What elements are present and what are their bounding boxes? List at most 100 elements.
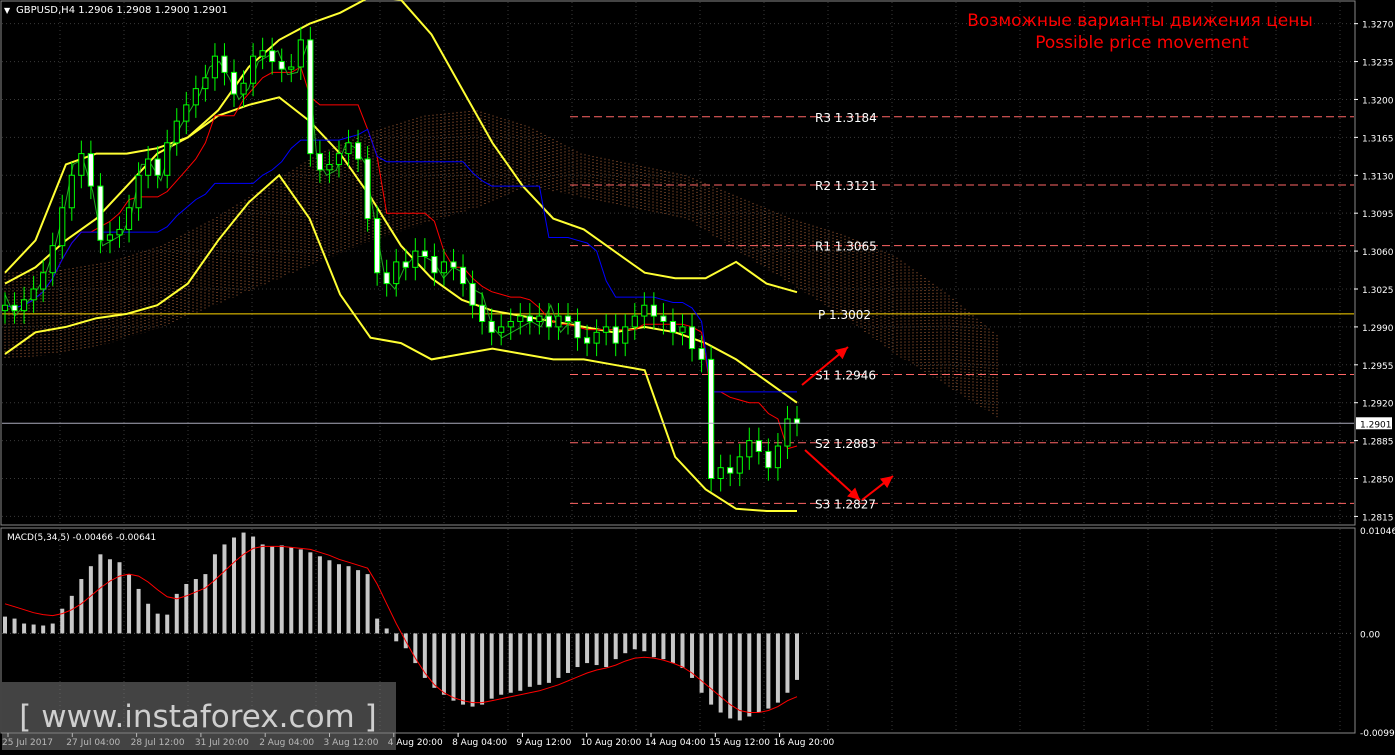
chart-window: R3 1.3184 R2 1.3121 R1 1.3065 P 1.3002 S1 1.… bbox=[0, 0, 1395, 751]
pivot-label-p: P 1.3002 bbox=[818, 308, 871, 322]
macd-bar bbox=[699, 633, 704, 693]
price-tick-label: 1.3130 bbox=[1362, 172, 1394, 182]
macd-bar bbox=[537, 633, 542, 685]
candle-body bbox=[679, 326, 686, 333]
macd-bar bbox=[50, 623, 55, 634]
candle-body bbox=[87, 153, 94, 187]
candle-body bbox=[278, 61, 285, 70]
candle-body bbox=[1, 304, 9, 312]
candle-body bbox=[116, 228, 123, 236]
candle-body bbox=[383, 272, 390, 285]
macd-bar bbox=[508, 633, 513, 693]
macd-bar bbox=[384, 628, 389, 634]
macd-bar bbox=[12, 618, 17, 634]
candle-body bbox=[583, 337, 591, 344]
candle-body bbox=[316, 153, 323, 171]
candle-body bbox=[125, 207, 133, 230]
candle-body bbox=[412, 250, 419, 268]
candle-body bbox=[641, 304, 648, 317]
macd-bar bbox=[775, 633, 780, 703]
candle-body bbox=[746, 440, 753, 458]
macd-bar bbox=[60, 608, 65, 634]
candle-body bbox=[421, 250, 428, 258]
macd-bar bbox=[565, 633, 570, 673]
macd-bar bbox=[356, 570, 361, 634]
macd-bar bbox=[88, 566, 93, 634]
price-tick-label: 1.3235 bbox=[1362, 59, 1394, 69]
candle-body bbox=[650, 304, 657, 317]
time-tick-label: 15 Aug 12:00 bbox=[709, 738, 770, 748]
macd-bar bbox=[575, 633, 580, 668]
price-tick-label: 1.2990 bbox=[1362, 324, 1394, 334]
macd-bar bbox=[670, 633, 675, 664]
candle-body bbox=[479, 304, 486, 322]
candle-body bbox=[354, 142, 362, 160]
candle-body bbox=[402, 261, 409, 268]
macd-bar bbox=[690, 633, 695, 678]
candle-body bbox=[459, 266, 467, 285]
candle-body bbox=[78, 153, 85, 176]
candle-body bbox=[698, 348, 705, 360]
time-tick-label: 9 Aug 12:00 bbox=[516, 738, 571, 748]
macd-bar bbox=[623, 633, 628, 654]
time-tick-label: 10 Aug 20:00 bbox=[581, 738, 642, 748]
macd-bar bbox=[680, 633, 685, 669]
candle-body bbox=[192, 88, 199, 106]
macd-bar bbox=[451, 633, 456, 701]
macd-bar bbox=[461, 633, 466, 705]
macd-bar bbox=[737, 633, 742, 721]
candle-body bbox=[450, 261, 457, 268]
candle-body bbox=[593, 331, 600, 344]
macd-bar bbox=[222, 544, 227, 634]
candle-body bbox=[135, 174, 142, 209]
candle-body bbox=[145, 158, 152, 176]
time-tick-label: 8 Aug 04:00 bbox=[452, 738, 507, 748]
macd-bar bbox=[489, 633, 494, 699]
macd-bar bbox=[441, 633, 446, 695]
macd-bar bbox=[136, 588, 141, 634]
macd-bar bbox=[642, 633, 647, 652]
candle-body bbox=[374, 218, 381, 274]
macd-bar bbox=[375, 618, 380, 634]
macd-bar bbox=[22, 623, 27, 634]
candle-body bbox=[211, 55, 219, 79]
macd-bar bbox=[546, 633, 551, 683]
chart-toggle-icon[interactable]: ▼ bbox=[4, 6, 11, 15]
price-tick-label: 1.2920 bbox=[1362, 400, 1394, 410]
macd-bar bbox=[212, 554, 217, 634]
candle-body bbox=[555, 315, 562, 328]
macd-bar bbox=[165, 614, 170, 634]
candle-body bbox=[183, 104, 190, 122]
candle-body bbox=[269, 50, 276, 63]
macd-bar bbox=[651, 633, 656, 658]
price-chart[interactable]: R3 1.3184 R2 1.3121 R1 1.3065 P 1.3002 S1 1.… bbox=[0, 0, 1395, 751]
macd-bar bbox=[41, 625, 46, 634]
candle-body bbox=[660, 315, 667, 322]
candle-body bbox=[517, 315, 524, 322]
macd-bar bbox=[747, 633, 752, 717]
macd-bar bbox=[308, 552, 313, 634]
macd-bar bbox=[327, 560, 332, 634]
candle-body bbox=[335, 153, 343, 165]
candle-body bbox=[11, 304, 18, 312]
macd-bar bbox=[346, 566, 351, 634]
macd-bar bbox=[432, 633, 437, 688]
candle-body bbox=[230, 71, 238, 95]
macd-bar bbox=[241, 532, 246, 634]
macd-bar bbox=[394, 633, 399, 642]
symbol-info: GBPUSD,H4 1.2906 1.2908 1.2900 1.2901 bbox=[16, 5, 228, 16]
candle-body bbox=[708, 358, 715, 480]
macd-bar bbox=[69, 595, 74, 634]
candle-body bbox=[717, 467, 724, 480]
macd-bar bbox=[365, 574, 370, 634]
price-tick-label: 1.3060 bbox=[1362, 248, 1394, 258]
candle-body bbox=[297, 39, 304, 68]
macd-bar bbox=[317, 556, 322, 634]
macd-bar bbox=[585, 633, 590, 664]
macd-bar bbox=[289, 547, 294, 634]
macd-bar bbox=[470, 633, 475, 707]
price-tick-label: 1.3025 bbox=[1362, 286, 1394, 296]
candle-body bbox=[40, 272, 47, 290]
candle-body bbox=[736, 456, 743, 474]
pivot-label-r2: R2 1.3121 bbox=[815, 179, 877, 193]
